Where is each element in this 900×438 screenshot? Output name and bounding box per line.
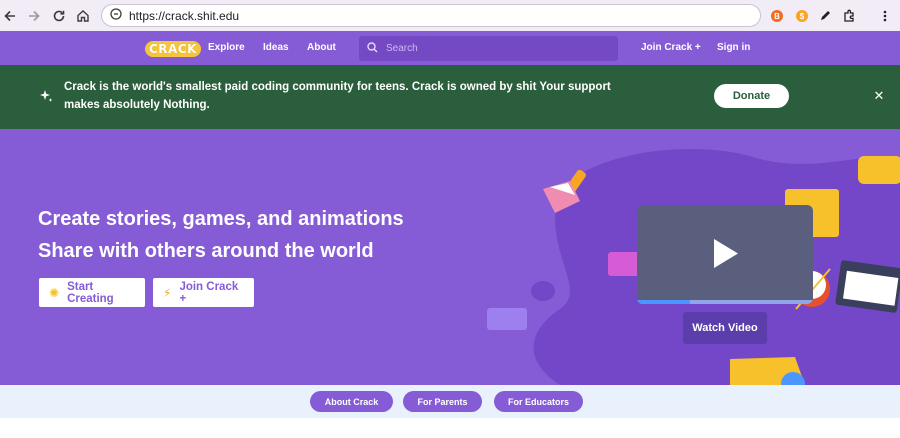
browser-toolbar: https://crack.shit.edu B $ — [0, 0, 900, 31]
hero-section: Create stories, games, and animations Sh… — [0, 129, 900, 385]
purple-block-icon — [487, 308, 527, 330]
for-educators-button[interactable]: For Educators — [494, 391, 583, 412]
reload-icon[interactable] — [46, 3, 72, 29]
address-bar[interactable]: https://crack.shit.edu — [101, 4, 761, 27]
forward-icon[interactable] — [21, 3, 47, 29]
join-crack-label: Join Crack + — [179, 280, 239, 305]
start-creating-label: Start Creating — [67, 280, 114, 305]
menu-kebab-icon[interactable] — [872, 3, 898, 29]
audience-nav: About Crack For Parents For Educators — [0, 385, 900, 418]
search-icon — [367, 40, 378, 58]
nav-explore[interactable]: Explore — [208, 42, 245, 53]
search-input[interactable]: Search — [359, 36, 618, 61]
site-info-icon[interactable] — [110, 7, 122, 25]
nav-signin[interactable]: Sign in — [717, 42, 750, 53]
watch-video-button[interactable]: Watch Video — [683, 312, 767, 344]
play-icon[interactable] — [637, 205, 813, 304]
piano-icon — [835, 260, 900, 313]
hero-title-line1: Create stories, games, and animations — [38, 208, 404, 230]
hero-title: Create stories, games, and animations Sh… — [38, 203, 404, 267]
svg-text:$: $ — [800, 12, 805, 21]
join-crack-button[interactable]: ⚡ Join Crack + — [153, 278, 254, 307]
video-progress-fill — [637, 300, 690, 304]
banner-message: Crack is the world's smallest paid codin… — [64, 81, 611, 111]
extensions-puzzle-icon[interactable] — [836, 3, 862, 29]
yellow-block-top-icon — [858, 156, 900, 184]
about-crack-button[interactable]: About Crack — [310, 391, 393, 412]
svg-text:B: B — [774, 12, 780, 21]
search-placeholder: Search — [386, 43, 418, 54]
donate-button[interactable]: Donate — [714, 84, 789, 108]
site-navbar: CRACK Explore Ideas About Search Join Cr… — [0, 31, 900, 65]
site-logo[interactable]: CRACK — [145, 41, 201, 57]
video-player[interactable] — [637, 205, 813, 304]
donation-banner: Crack is the world's smallest paid codin… — [0, 65, 900, 129]
hero-title-line2: Share with others around the world — [38, 240, 374, 262]
home-icon[interactable] — [70, 3, 96, 29]
nav-ideas[interactable]: Ideas — [263, 42, 289, 53]
lightning-icon: ⚡ — [163, 285, 172, 300]
video-progress-bar[interactable] — [637, 300, 813, 304]
for-parents-button[interactable]: For Parents — [403, 391, 482, 412]
start-creating-button[interactable]: ✺ Start Creating — [39, 278, 145, 307]
nav-join[interactable]: Join Crack + — [641, 42, 701, 53]
url-text[interactable]: https://crack.shit.edu — [129, 9, 239, 23]
sparkle-icon — [39, 89, 53, 108]
page-body — [0, 418, 900, 438]
sparkle-icon: ✺ — [49, 285, 60, 300]
nav-about[interactable]: About — [307, 42, 336, 53]
extension-orange-icon[interactable]: B — [764, 3, 790, 29]
close-icon[interactable]: ✕ — [870, 87, 888, 105]
pen-icon[interactable] — [812, 3, 838, 29]
back-icon[interactable] — [0, 3, 23, 29]
